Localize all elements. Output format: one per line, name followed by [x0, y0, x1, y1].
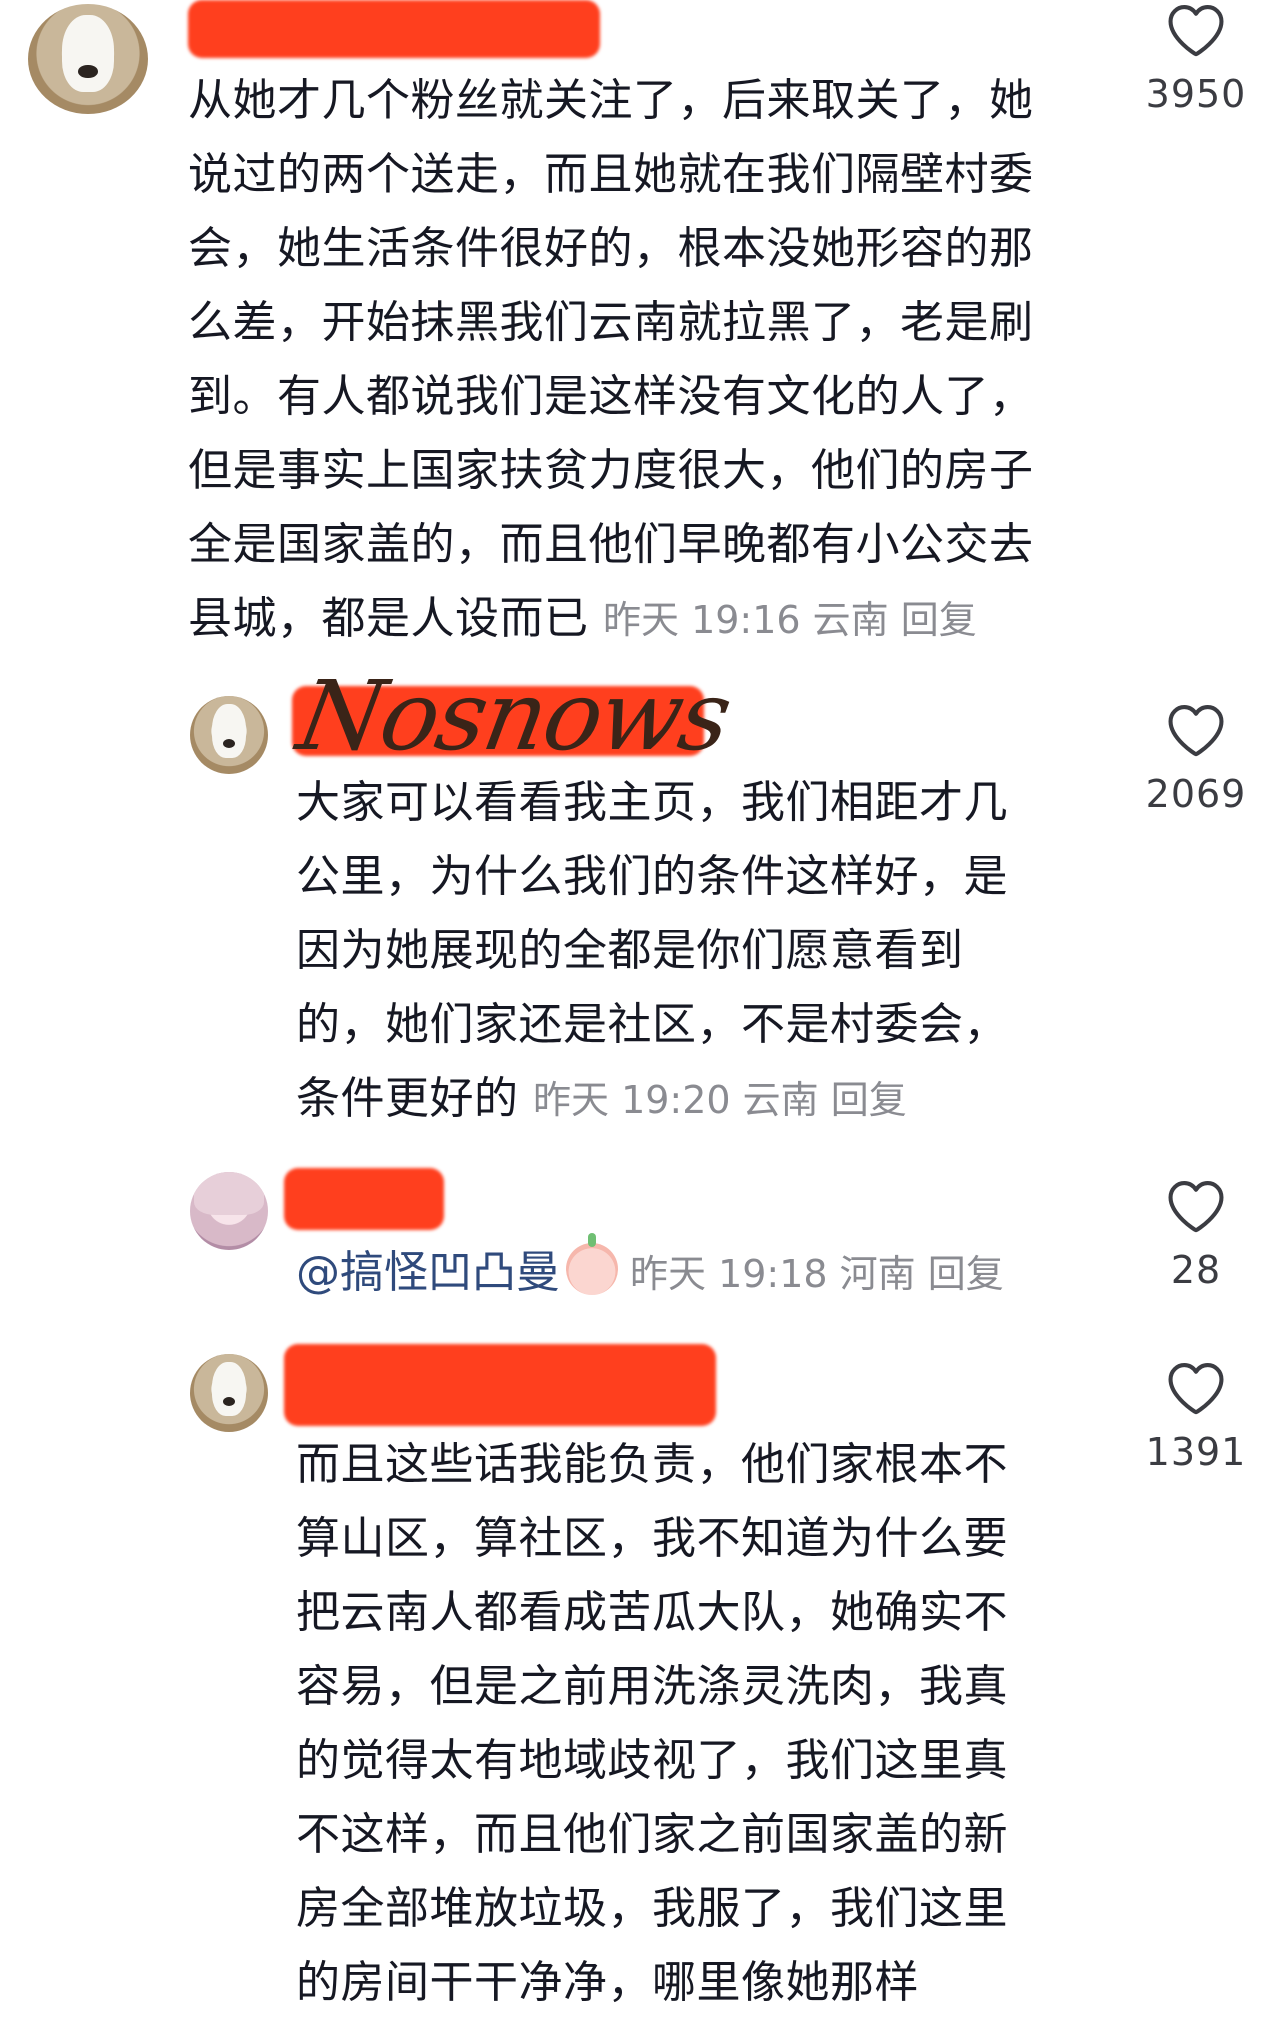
heart-outline-icon [1168, 1181, 1224, 1233]
peach-face-emoji-icon [566, 1233, 618, 1295]
comment-line: 大家可以看看我主页，我们相距才几 [296, 777, 1008, 828]
comment-line: 的觉得太有地域歧视了，我们这里真 [296, 1735, 1008, 1786]
like-button[interactable]: 1391 [1136, 1360, 1256, 1474]
like-count: 2069 [1145, 772, 1247, 816]
avatar[interactable] [190, 1354, 268, 1432]
heart-outline-icon [1168, 5, 1224, 57]
comment-line-text: 条件更好的 [296, 1073, 519, 1124]
username-redaction [284, 1168, 444, 1230]
comment-line: 的，她们家还是社区，不是村委会， [296, 999, 1008, 1050]
comment-meta[interactable]: 昨天 19:18 河南 回复 [630, 1252, 1004, 1296]
comment-line: 县城，都是人设而已 昨天 19:16 云南 回复 [188, 582, 1108, 657]
mention-row: @搞怪凹凸曼 昨天 19:18 河南 回复 [296, 1233, 1004, 1311]
comment-body: 从她才几个粉丝就关注了，后来取关了，她 说过的两个送走，而且她就在我们隔壁村委 … [188, 64, 1108, 657]
comment-meta[interactable]: 昨天 19:20 云南 回复 [533, 1078, 907, 1122]
watermark: Nosnows [290, 660, 738, 772]
comment-line: 容易，但是之前用洗涤灵洗肉，我真 [296, 1661, 1008, 1712]
username-redaction [284, 1344, 716, 1426]
comment-line: 会，她生活条件很好的，根本没她形容的那 [188, 223, 1034, 274]
like-count: 3950 [1145, 72, 1247, 116]
avatar[interactable] [28, 4, 148, 114]
username-redaction [188, 0, 600, 58]
comment-line: 从她才几个粉丝就关注了，后来取关了，她 [188, 75, 1034, 126]
comment-line: 把云南人都看成苦瓜大队，她确实不 [296, 1587, 1008, 1638]
comment-line-text: 县城，都是人设而已 [188, 593, 589, 644]
heart-outline-icon [1168, 705, 1224, 757]
comment-body: 大家可以看看我主页，我们相距才几 公里，为什么我们的条件这样好，是 因为她展现的… [296, 766, 1076, 1137]
comment-line: 全是国家盖的，而且他们早晚都有小公交去 [188, 519, 1034, 570]
comment-line: 不这样，而且他们家之前国家盖的新 [296, 1809, 1008, 1860]
comment-line: 么差，开始抹黑我们云南就拉黑了，老是刷 [188, 297, 1034, 348]
comment-line: 但是事实上国家扶贫力度很大，他们的房子 [188, 445, 1034, 496]
comment-line: 说过的两个送走，而且她就在我们隔壁村委 [188, 149, 1034, 200]
comment-line: 而且这些话我能负责，他们家根本不 [296, 1439, 1008, 1490]
comment-meta[interactable]: 昨天 19:16 云南 回复 [603, 598, 977, 642]
comment-line: 条件更好的 昨天 19:20 云南 回复 [296, 1062, 1076, 1137]
like-button[interactable]: 28 [1136, 1178, 1256, 1292]
avatar[interactable] [190, 696, 268, 774]
comment-line: 到。有人都说我们是这样没有文化的人了， [188, 371, 1034, 422]
like-button[interactable]: 3950 [1136, 2, 1256, 116]
like-button[interactable]: 2069 [1136, 702, 1256, 816]
mention-link[interactable]: @搞怪凹凸曼 [296, 1247, 560, 1298]
comment-line: 因为她展现的全都是你们愿意看到 [296, 925, 964, 976]
comment-line: 算山区，算社区，我不知道为什么要 [296, 1513, 1008, 1564]
comment-line: 的房间干干净净，哪里像她那样 [296, 1957, 919, 2008]
comment-line: 公里，为什么我们的条件这样好，是 [296, 851, 1008, 902]
heart-outline-icon [1168, 1363, 1224, 1415]
like-count: 1391 [1145, 1430, 1247, 1474]
like-count: 28 [1170, 1248, 1222, 1292]
comment-line: 房全部堆放垃圾，我服了，我们这里 [296, 1883, 1008, 1934]
avatar[interactable] [190, 1172, 268, 1250]
comment-body: 而且这些话我能负责，他们家根本不 算山区，算社区，我不知道为什么要 把云南人都看… [296, 1428, 1076, 2020]
